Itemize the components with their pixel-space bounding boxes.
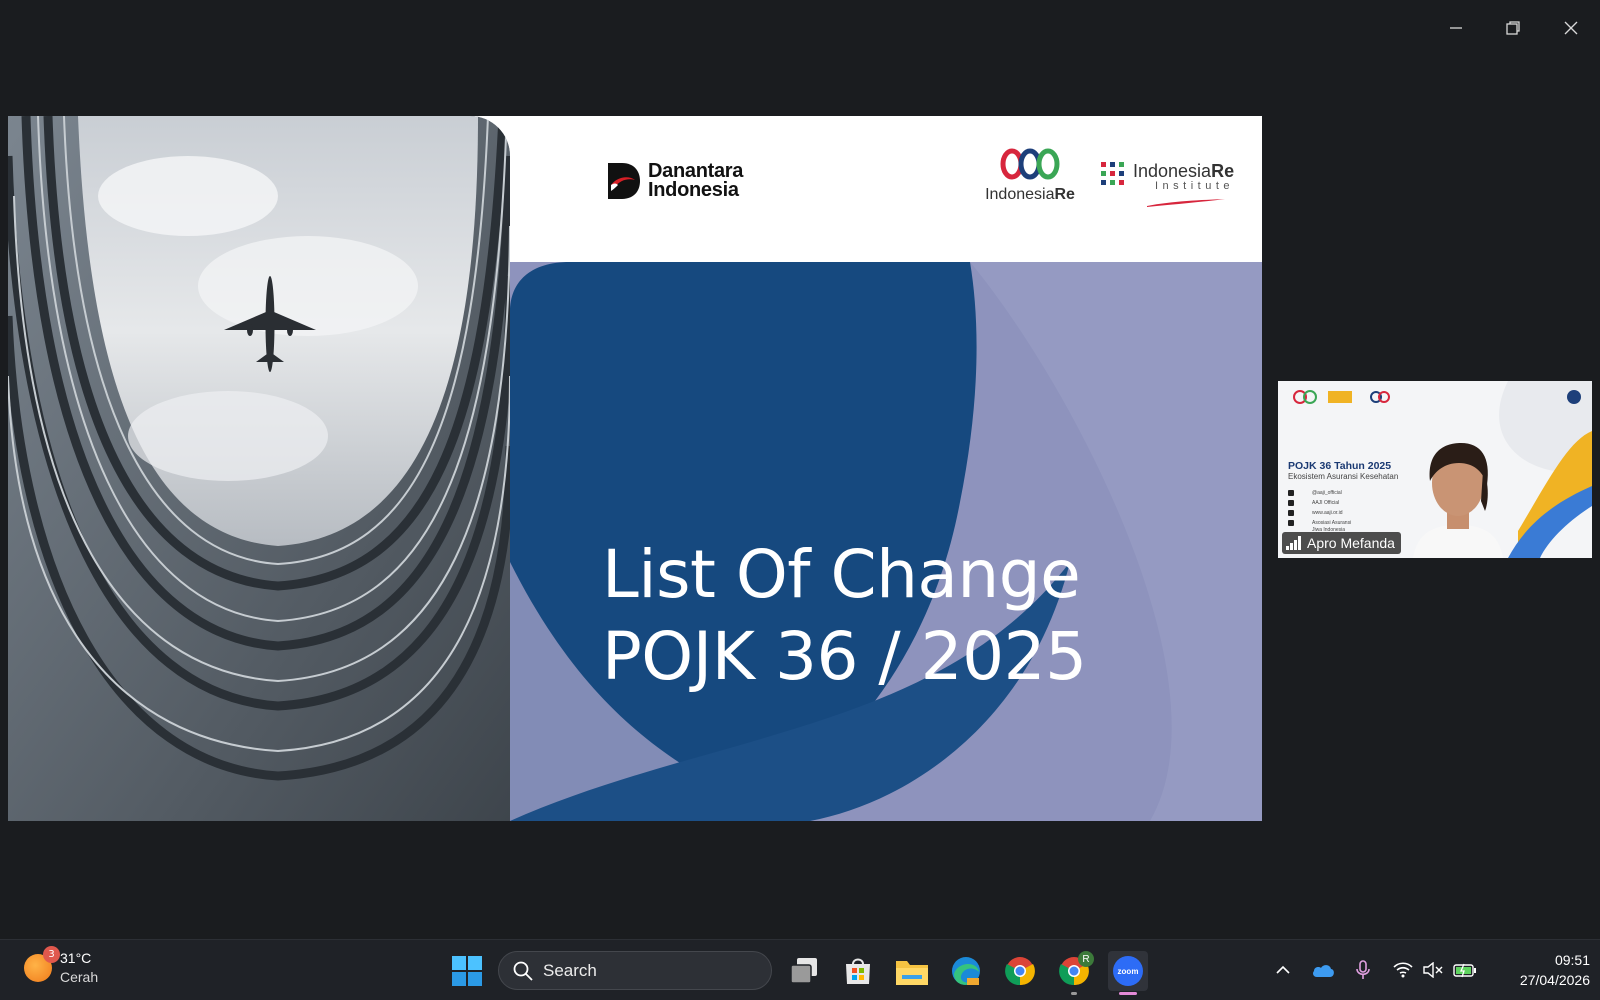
active-indicator — [1119, 992, 1137, 995]
chrome-button[interactable] — [1000, 951, 1040, 991]
microphone-button[interactable] — [1348, 954, 1378, 986]
microsoft-store-button[interactable] — [838, 951, 878, 991]
logo-indonesiare-institute: IndonesiaRe Institute — [1101, 162, 1234, 211]
shared-slide: Danantara Indonesia IndonesiaRe Indonesi… — [8, 116, 1262, 821]
indonesiare-rings-icon — [1000, 148, 1060, 180]
institute-swoosh-icon — [1147, 199, 1225, 207]
sun-icon: 3 — [24, 946, 60, 982]
slide-title-line1: List Of Change — [602, 536, 1081, 613]
minimize-icon — [1450, 27, 1462, 29]
tile-row: www.aaji.or.id — [1288, 509, 1343, 516]
tile-row: @aaji_official — [1288, 489, 1342, 496]
restore-button[interactable] — [1490, 10, 1536, 46]
microphone-icon — [1356, 960, 1370, 979]
chrome-profile-badge: R — [1078, 951, 1094, 967]
participant-name: Apro Mefanda — [1307, 535, 1395, 551]
taskbar-clock[interactable]: 09:51 27/04/2026 — [1490, 950, 1590, 990]
danantara-logo-icon — [608, 163, 640, 199]
cloud-icon — [1313, 965, 1334, 977]
indre-suffix: Re — [1054, 186, 1075, 203]
signal-strength-icon — [1286, 536, 1301, 550]
battery-button[interactable] — [1450, 954, 1480, 986]
file-explorer-button[interactable] — [892, 951, 932, 991]
restore-icon — [1506, 21, 1520, 35]
zoom-meeting-window: Danantara Indonesia IndonesiaRe Indonesi… — [0, 0, 1600, 1000]
battery-charging-icon — [1453, 963, 1476, 978]
search-icon — [513, 961, 533, 981]
running-indicator — [1071, 992, 1077, 995]
task-view-button[interactable] — [784, 951, 824, 991]
zoom-button[interactable]: zoom — [1108, 951, 1148, 995]
slide-title-line2: POJK 36 / 2025 — [602, 618, 1087, 695]
network-button[interactable] — [1388, 954, 1418, 986]
slide-photo-building-airplane — [8, 116, 510, 821]
tile-row: Asosiasi Asuransi — [1288, 519, 1351, 526]
show-hidden-icons-button[interactable] — [1268, 954, 1298, 986]
edge-browser-icon — [952, 957, 980, 985]
clock-date: 27/04/2026 — [1519, 972, 1590, 988]
institute-grid-icon — [1101, 162, 1124, 185]
weather-badge: 3 — [43, 946, 60, 963]
taskbar: 3 31°C Cerah Search R zoom 09:51 27/04/2… — [0, 939, 1600, 1000]
participant-person — [1413, 443, 1503, 558]
zoom-icon: zoom — [1113, 956, 1143, 986]
edge-button[interactable] — [946, 951, 986, 991]
institute-suffix: Re — [1211, 161, 1235, 181]
store-icon — [846, 958, 870, 984]
minimize-button[interactable] — [1433, 10, 1479, 46]
danantara-line2: Indonesia — [648, 179, 739, 201]
chrome-profile-button[interactable]: R — [1054, 951, 1094, 995]
volume-muted-icon — [1423, 962, 1443, 978]
start-button[interactable] — [447, 951, 487, 991]
taskbar-search[interactable]: Search — [498, 951, 772, 990]
weather-widget[interactable]: 3 31°C Cerah — [24, 946, 99, 987]
volume-button[interactable] — [1418, 954, 1448, 986]
tile-background-title: POJK 36 Tahun 2025 — [1288, 460, 1392, 472]
social-icon — [1288, 489, 1294, 496]
logo-danantara-indonesia: Danantara Indonesia — [608, 161, 743, 201]
onedrive-button[interactable] — [1308, 954, 1338, 986]
search-label: Search — [543, 960, 597, 980]
institute-prefix: Indonesia — [1133, 161, 1212, 181]
tile-background-subtitle: Ekosistem Asuransi Kesehatan — [1288, 472, 1399, 481]
participant-video-tile[interactable]: POJK 36 Tahun 2025 Ekosistem Asuransi Ke… — [1278, 381, 1592, 558]
linkedin-icon — [1288, 519, 1294, 526]
windows-logo-icon — [452, 956, 482, 986]
close-icon — [1564, 21, 1578, 35]
folder-icon — [896, 961, 928, 985]
weather-temp: 31°C — [60, 950, 92, 966]
indre-prefix: Indonesia — [985, 186, 1055, 203]
slide-title: List Of Change POJK 36 / 2025 — [602, 534, 1087, 698]
clock-time: 09:51 — [1554, 952, 1590, 968]
close-button[interactable] — [1548, 10, 1594, 46]
participant-name-badge: Apro Mefanda — [1282, 532, 1401, 554]
wifi-icon — [1393, 962, 1413, 978]
chrome-icon — [1005, 957, 1035, 986]
weather-condition: Cerah — [60, 969, 99, 985]
logo-indonesiare: IndonesiaRe — [980, 148, 1080, 204]
youtube-icon — [1288, 499, 1294, 506]
chevron-up-icon — [1276, 965, 1290, 974]
institute-sub: Institute — [1155, 180, 1235, 192]
web-icon — [1288, 509, 1294, 516]
tile-row: AAJI Official — [1288, 499, 1339, 506]
task-view-icon — [790, 958, 817, 984]
